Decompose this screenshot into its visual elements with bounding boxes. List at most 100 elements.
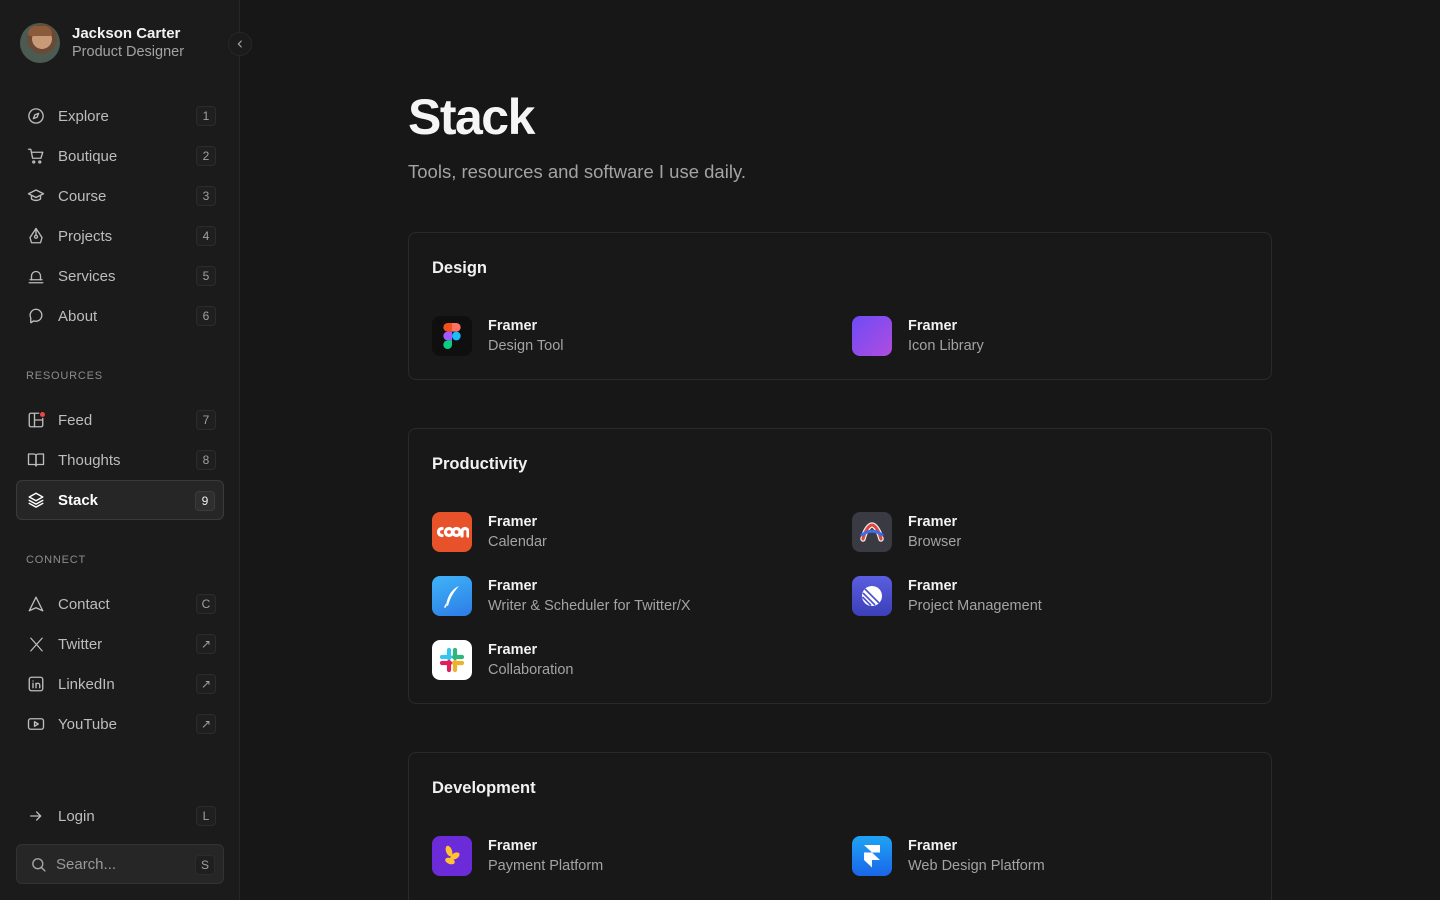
- pen-tool-icon: [26, 226, 46, 246]
- linkedin-icon: [26, 674, 46, 694]
- shortcut-key: 7: [196, 410, 216, 430]
- tool-name: Framer: [488, 514, 538, 530]
- sidebar-item-label: Services: [58, 267, 116, 285]
- search-input[interactable]: Search... S: [16, 844, 224, 884]
- collapse-sidebar-button[interactable]: [228, 32, 252, 56]
- profile-role: Product Designer: [72, 44, 185, 60]
- shortcut-key: 4: [196, 226, 216, 246]
- search-placeholder: Search...: [56, 855, 117, 873]
- shortcut-key: 1: [196, 106, 216, 126]
- sidebar-item-label: Explore: [58, 107, 109, 125]
- sidebar-item-projects[interactable]: Projects 4: [16, 216, 224, 256]
- sidebar-item-services[interactable]: Services 5: [16, 256, 224, 296]
- sidebar-item-linkedin[interactable]: LinkedIn ↗: [16, 664, 224, 704]
- slack-icon: [432, 640, 472, 680]
- cron-icon: [432, 512, 472, 552]
- section-title: Productivity: [432, 455, 528, 473]
- sidebar-item-label: About: [58, 307, 98, 325]
- search-icon: [28, 854, 48, 874]
- sidebar-item-contact[interactable]: Contact C: [16, 584, 224, 624]
- profile[interactable]: Jackson Carter Product Designer: [20, 23, 184, 63]
- tool-description: Payment Platform: [488, 858, 604, 874]
- section-development: Development Framer Payment Platform Fram…: [408, 752, 1272, 900]
- sidebar-item-about[interactable]: About 6: [16, 296, 224, 336]
- tool-item[interactable]: Framer Web Design Platform: [852, 836, 1045, 876]
- avatar: [20, 23, 60, 63]
- chevron-left-icon: [235, 39, 245, 49]
- sidebar-item-explore[interactable]: Explore 1: [16, 96, 224, 136]
- shortcut-key: S: [195, 855, 215, 875]
- tool-description: Calendar: [488, 534, 547, 550]
- tool-item[interactable]: Framer Browser: [852, 512, 961, 552]
- tool-name: Framer: [908, 514, 958, 530]
- tool-description: Web Design Platform: [908, 858, 1045, 874]
- section-title: Design: [432, 259, 488, 277]
- sidebar-item-label: Course: [58, 187, 107, 205]
- layout-icon: [26, 410, 46, 430]
- tool-description: Browser: [908, 534, 962, 550]
- figma-icon: [432, 316, 472, 356]
- profile-name: Jackson Carter: [72, 25, 181, 42]
- external-link-key: ↗: [196, 634, 216, 654]
- tool-item[interactable]: Framer Design Tool: [432, 316, 564, 356]
- tool-item[interactable]: Framer Writer & Scheduler for Twitter/X: [432, 576, 691, 616]
- tool-item[interactable]: Framer Project Management: [852, 576, 1042, 616]
- section-design: Design Framer Design Tool Framer Icon Li…: [408, 232, 1272, 380]
- tool-item[interactable]: Framer Collaboration: [432, 640, 573, 680]
- tool-name: Framer: [488, 318, 538, 334]
- sidebar-item-thoughts[interactable]: Thoughts 8: [16, 440, 224, 480]
- youtube-icon: [26, 714, 46, 734]
- sidebar-item-label: Projects: [58, 227, 113, 245]
- shortcut-key: 8: [196, 450, 216, 470]
- framer-icon: [852, 836, 892, 876]
- login-arrow-icon: [26, 806, 46, 826]
- shortcut-key: 2: [196, 146, 216, 166]
- tool-description: Icon Library: [908, 338, 984, 354]
- tool-item[interactable]: Framer Calendar: [432, 512, 547, 552]
- login-label: Login: [58, 807, 95, 825]
- sidebar-item-label: LinkedIn: [58, 675, 115, 693]
- linear-icon: [852, 576, 892, 616]
- section-productivity: Productivity Framer Calendar Framer Brow…: [408, 428, 1272, 704]
- sidebar-item-boutique[interactable]: Boutique 2: [16, 136, 224, 176]
- shortcut-key: 3: [196, 186, 216, 206]
- arc-icon: [852, 512, 892, 552]
- sidebar-item-course[interactable]: Course 3: [16, 176, 224, 216]
- sidebar-item-label: Feed: [58, 411, 93, 429]
- sidebar-item-label: Contact: [58, 595, 110, 613]
- external-link-key: ↗: [196, 714, 216, 734]
- chat-bubble-icon: [26, 306, 46, 326]
- sidebar-item-twitter[interactable]: Twitter ↗: [16, 624, 224, 664]
- tool-description: Project Management: [908, 598, 1042, 614]
- sidebar-item-label: Thoughts: [58, 451, 121, 469]
- tool-item[interactable]: Framer Payment Platform: [432, 836, 603, 876]
- sidebar-item-label: Stack: [58, 491, 99, 509]
- tool-name: Framer: [908, 318, 958, 334]
- tool-name: Framer: [488, 838, 538, 854]
- page-title: Stack: [408, 89, 535, 145]
- external-link-key: ↗: [196, 674, 216, 694]
- layers-icon: [26, 490, 46, 510]
- tool-name: Framer: [908, 578, 958, 594]
- sidebar-item-label: YouTube: [58, 715, 117, 733]
- sidebar-item-stack[interactable]: Stack 9: [16, 480, 224, 520]
- section-title: Development: [432, 779, 536, 797]
- notification-dot: [39, 411, 46, 418]
- shortcut-key: 9: [195, 491, 215, 511]
- tool-name: Framer: [488, 578, 538, 594]
- lemon-squeezy-icon: [432, 836, 472, 876]
- shortcut-key: 5: [196, 266, 216, 286]
- quill-icon: [432, 576, 472, 616]
- login-button[interactable]: Login L: [16, 796, 224, 836]
- page-subtitle: Tools, resources and software I use dail…: [408, 161, 746, 182]
- sidebar: Jackson Carter Product Designer Explore …: [0, 0, 240, 900]
- tool-description: Design Tool: [488, 338, 564, 354]
- gradient-square-icon: [852, 316, 892, 356]
- sidebar-item-feed[interactable]: Feed 7: [16, 400, 224, 440]
- tool-name: Framer: [488, 642, 538, 658]
- cart-icon: [26, 146, 46, 166]
- sidebar-item-youtube[interactable]: YouTube ↗: [16, 704, 224, 744]
- tool-item[interactable]: Framer Icon Library: [852, 316, 984, 356]
- shortcut-key: L: [196, 806, 216, 826]
- sidebar-item-label: Twitter: [58, 635, 103, 653]
